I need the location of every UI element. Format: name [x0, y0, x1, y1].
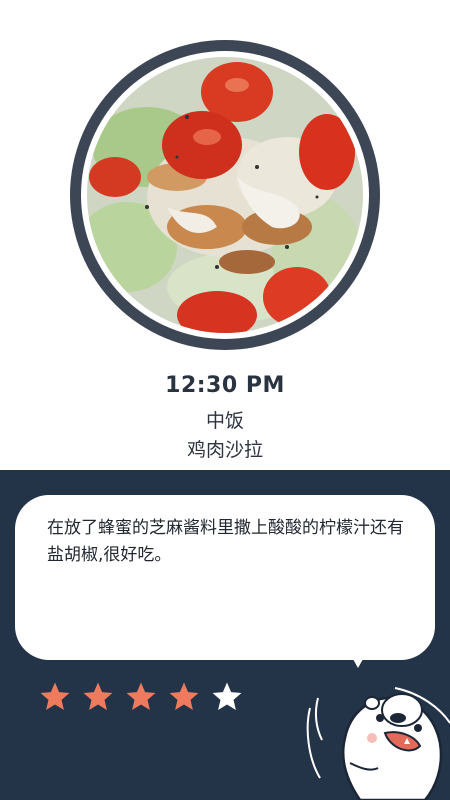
meal-photo-mat	[81, 51, 369, 339]
salad-image	[87, 57, 363, 333]
star-icon-2[interactable]	[81, 680, 115, 714]
meal-time: 12:30 PM	[165, 373, 285, 398]
star-icon-1[interactable]	[38, 680, 72, 714]
note-bubble-tail	[349, 652, 367, 668]
star-icon-4[interactable]	[167, 680, 201, 714]
meal-photo	[87, 57, 363, 333]
otter-mascot-icon	[306, 687, 450, 800]
dish-name: 鸡肉沙拉	[186, 439, 263, 461]
star-icon-3[interactable]	[124, 680, 158, 714]
meal-photo-frame[interactable]	[70, 40, 380, 350]
meal-type: 中饭	[205, 410, 244, 432]
star-icon-5[interactable]	[210, 680, 244, 714]
note-text: 在放了蜂蜜的芝麻酱料里撒上酸酸的柠檬汁还有盐胡椒,很好吃。	[47, 518, 404, 565]
rating-stars	[38, 680, 244, 716]
meal-header-section: 12:30 PM 中饭 鸡肉沙拉	[0, 0, 450, 470]
